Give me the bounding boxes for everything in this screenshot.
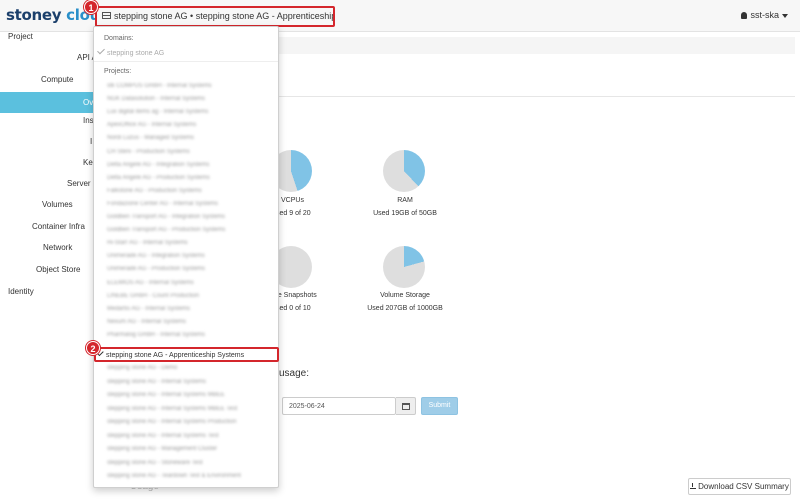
project-item[interactable]: stepping stone AG - Stoneware Test <box>107 460 203 466</box>
project-switcher-label: stepping stone AG • stepping stone AG - … <box>114 11 335 21</box>
project-item[interactable]: Nordi Luzus - Managed Systems <box>107 135 194 141</box>
project-item[interactable]: Nexum AG - Internal Systems <box>107 319 186 325</box>
project-item[interactable]: LINEBE GmbH - Count Production <box>107 293 199 299</box>
step-badge-1: 1 <box>84 0 98 14</box>
project-item[interactable]: Medartis AG - Internal Systems <box>107 306 190 312</box>
project-item[interactable]: Hi-Starr AG - Internal Systems <box>107 240 188 246</box>
projects-header: Projects: <box>104 68 132 75</box>
project-switcher-button[interactable]: stepping stone AG • stepping stone AG - … <box>95 6 335 27</box>
project-item[interactable]: Delta Angele AG - Production Systems <box>107 175 210 181</box>
project-item[interactable]: stepping stone AG - Management Cluster <box>107 446 217 452</box>
calendar-button[interactable] <box>396 397 416 415</box>
project-item[interactable]: Falkstone AG - Production Systems <box>107 188 202 194</box>
project-item[interactable]: stepping stone AG - Teardown Test & Envi… <box>107 473 241 479</box>
volume-storage-quota-usage: Used 207GB of 1000GB <box>367 305 443 312</box>
project-item[interactable]: stepping stone AG - Demo <box>107 365 177 371</box>
ram-pie-chart <box>383 150 425 192</box>
sidebar-item-container-infra[interactable]: Container Infra <box>32 222 85 231</box>
download-csv-label: Download CSV Summary <box>698 482 789 491</box>
server-icon <box>102 12 111 19</box>
volume-storage-pie-chart <box>383 246 425 288</box>
sidebar-item-images[interactable]: I <box>90 137 92 146</box>
caret-down-icon <box>782 13 788 18</box>
project-item[interactable]: CH Steni - Production Systems <box>107 149 190 155</box>
project-item[interactable]: ApexOffice AG - Internal Systems <box>107 122 196 128</box>
sidebar-item-compute[interactable]: Compute <box>41 75 73 84</box>
project-item[interactable]: stepping stone AG - Internal Systems MBE… <box>107 406 237 412</box>
sidebar-item-object-store[interactable]: Object Store <box>36 265 80 274</box>
user-name: sst-ska <box>750 10 779 20</box>
domain-label: stepping stone AG <box>107 50 165 57</box>
project-item[interactable]: stepping stone AG - Internal Systems Pro… <box>107 419 236 425</box>
user-icon <box>741 12 748 19</box>
submit-button[interactable]: Submit <box>421 397 458 415</box>
breadcrumb <box>279 37 795 54</box>
sidebar-item-network[interactable]: Network <box>43 243 72 252</box>
ram-quota-name: RAM <box>397 197 413 204</box>
calendar-icon <box>402 403 410 410</box>
project-item[interactable]: stk COMPUS GmbH - Internal Systems <box>107 83 212 89</box>
project-item[interactable]: Unimerade AG - Production Systems <box>107 266 205 272</box>
project-item[interactable]: Goldberi Transport AG - Integration Syst… <box>107 214 225 220</box>
usage-summary-title: usage: <box>279 368 310 379</box>
divider <box>279 96 795 97</box>
project-item[interactable]: NGK Datasolution - Internal Systems <box>107 96 205 102</box>
project-item[interactable]: Fondazione Center AG - Internal Systems <box>107 201 218 207</box>
project-item[interactable]: Goldberi Transport AG - Production Syste… <box>107 227 225 233</box>
project-dropdown-menu: Domains: stepping stone AG Projects: stk… <box>93 26 279 488</box>
ram-quota-usage: Used 19GB of 50GB <box>373 210 437 217</box>
project-item[interactable]: Delta Angele AG - Integration Systems <box>107 162 209 168</box>
project-item[interactable]: ELEMIOS AG - Internal Systems <box>107 280 194 286</box>
sidebar-item-identity[interactable]: Identity <box>8 287 34 296</box>
selected-project-item[interactable]: stepping stone AG - Apprenticeship Syste… <box>94 347 279 362</box>
domain-item[interactable]: stepping stone AG <box>97 46 165 57</box>
sidebar-item-key-pairs[interactable]: Ke <box>83 158 93 167</box>
volume-storage-quota-name: Volume Storage <box>380 292 430 299</box>
step-badge-2: 2 <box>86 341 100 355</box>
project-item[interactable]: Lux digital items ag - Internal Systems <box>107 109 208 115</box>
user-menu[interactable]: sst-ska <box>741 10 788 20</box>
download-csv-button[interactable]: Download CSV Summary <box>688 478 791 495</box>
selected-project-label: stepping stone AG - Apprenticeship Syste… <box>106 352 245 359</box>
check-icon <box>97 46 105 55</box>
end-date-input[interactable] <box>282 397 396 415</box>
download-icon <box>690 483 697 489</box>
project-item[interactable]: stepping stone AG - Internal Systems MBE… <box>107 392 225 398</box>
volume-snapshots-quota-usage: sed 0 of 10 <box>276 305 311 312</box>
domains-header: Domains: <box>104 35 134 42</box>
divider <box>94 61 278 62</box>
sidebar-item-overview[interactable]: Ov <box>0 92 95 113</box>
sidebar-item-volumes[interactable]: Volumes <box>42 200 73 209</box>
project-item[interactable]: stepping stone AG - Internal Systems Tes… <box>107 433 219 439</box>
sidebar-item-project[interactable]: Project <box>8 32 33 41</box>
project-item[interactable]: Unimerade AG - Integration Systems <box>107 253 205 259</box>
vcpus-quota-name: VCPUs <box>281 197 304 204</box>
project-item[interactable]: Pharmalog GmbH - Internal Systems <box>107 332 205 338</box>
project-item[interactable]: stepping stone AG - Internal Systems <box>107 379 206 385</box>
brand-logo-text: stoney <box>6 6 62 24</box>
vcpus-quota-usage: sed 9 of 20 <box>276 210 311 217</box>
sidebar: Project API A Compute Ov Ins I Ke Server… <box>0 32 99 500</box>
